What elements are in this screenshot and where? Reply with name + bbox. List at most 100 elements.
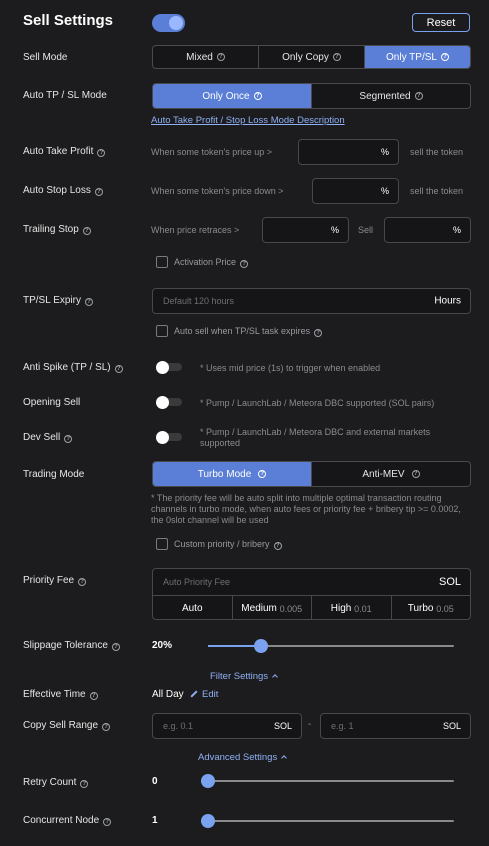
percent-unit: %	[330, 225, 339, 235]
priority-fee-presets: Auto Medium 0.005 High 0.01 Turbo 0.05	[153, 595, 471, 619]
copy-sell-max-input[interactable]: e.g. 1 SOL	[320, 713, 471, 739]
slippage-label: Slippage Tolerance?	[23, 640, 120, 651]
help-icon[interactable]: ?	[414, 92, 423, 100]
slider-thumb[interactable]	[201, 814, 215, 828]
help-icon[interactable]: ?	[82, 227, 91, 235]
sell-mode-only-tpsl[interactable]: Only TP/SL?	[365, 46, 470, 68]
help-icon[interactable]: ?	[97, 149, 106, 157]
take-profit-suffix: sell the token	[410, 147, 464, 157]
priority-fee-label: Priority Fee?	[23, 575, 87, 586]
auto-sell-expire-checkbox[interactable]	[156, 325, 168, 337]
retry-count-slider[interactable]	[201, 774, 454, 788]
fee-preset-turbo[interactable]: Turbo 0.05	[392, 596, 471, 619]
page-title: Sell Settings	[23, 12, 114, 29]
dev-sell-hint: * Pump / LaunchLab / Meteora DBC and ext…	[200, 427, 431, 448]
expiry-input[interactable]: Default 120 hours Hours	[152, 288, 471, 314]
take-profit-input[interactable]: %	[298, 139, 399, 165]
help-icon[interactable]: ?	[240, 260, 249, 268]
sell-mode-mixed[interactable]: Mixed?	[153, 46, 259, 68]
chevron-up-icon	[281, 755, 288, 761]
activation-price-checkbox[interactable]	[156, 256, 168, 268]
help-icon[interactable]: ?	[440, 53, 449, 61]
auto-sell-expire-label: Auto sell when TP/SL task expires?	[174, 326, 323, 337]
custom-priority-checkbox[interactable]	[156, 538, 168, 550]
master-toggle[interactable]	[152, 14, 185, 32]
dev-sell-toggle[interactable]	[154, 431, 182, 444]
effective-time-edit[interactable]: Edit	[190, 689, 218, 700]
help-icon[interactable]: ?	[102, 723, 111, 731]
trailing-stop-prefix: When price retraces >	[151, 225, 240, 235]
tpsl-mode-description-link[interactable]: Auto Take Profit / Stop Loss Mode Descri…	[151, 115, 345, 126]
slippage-slider[interactable]	[208, 639, 454, 653]
slider-thumb[interactable]	[201, 774, 215, 788]
copy-sell-range-label: Copy Sell Range?	[23, 720, 111, 731]
trailing-sell-input[interactable]: %	[384, 217, 471, 243]
trading-mode-turbo[interactable]: Turbo Mode?	[153, 462, 312, 486]
help-icon[interactable]: ?	[114, 365, 123, 373]
opening-sell-toggle[interactable]	[154, 396, 182, 409]
help-icon[interactable]: ?	[78, 578, 87, 586]
slider-fill	[208, 645, 262, 647]
anti-spike-label: Anti Spike (TP / SL)?	[23, 362, 123, 373]
trading-mode-hint: * The priority fee will be auto split in…	[151, 493, 461, 525]
range-separator: -	[308, 719, 312, 730]
sell-mode-segmented: Mixed? Only Copy? Only TP/SL?	[152, 45, 471, 69]
reset-button[interactable]: Reset	[412, 13, 470, 32]
help-icon[interactable]: ?	[258, 470, 267, 478]
copy-sell-min-input[interactable]: e.g. 0.1 SOL	[152, 713, 302, 739]
help-icon[interactable]: ?	[80, 780, 89, 788]
slider-thumb[interactable]	[254, 639, 269, 653]
toggle-knob	[169, 16, 183, 30]
opening-sell-hint: * Pump / LaunchLab / Meteora DBC support…	[200, 398, 435, 408]
dev-sell-label: Dev Sell?	[23, 432, 73, 443]
concurrent-node-value: 1	[152, 815, 158, 826]
expiry-label: TP/SL Expiry?	[23, 295, 93, 306]
sol-unit: SOL	[273, 721, 292, 731]
concurrent-node-slider[interactable]	[201, 814, 454, 828]
trailing-sell-label: Sell	[358, 225, 374, 235]
help-icon[interactable]: ?	[111, 643, 120, 651]
custom-priority-label: Custom priority / bribery?	[174, 539, 282, 550]
fee-preset-medium[interactable]: Medium 0.005	[233, 596, 312, 619]
trading-mode-segmented: Turbo Mode? Anti-MEV?	[152, 461, 471, 487]
help-icon[interactable]: ?	[216, 53, 225, 61]
effective-time-value: All Day	[152, 689, 184, 700]
priority-fee-input[interactable]: Auto Priority Fee SOL	[153, 569, 470, 595]
tpsl-mode-segmented-option[interactable]: Segmented?	[312, 84, 470, 108]
anti-spike-toggle[interactable]	[154, 361, 182, 374]
stop-loss-input[interactable]: %	[312, 178, 399, 204]
percent-unit: %	[380, 147, 389, 157]
anti-spike-hint: * Uses mid price (1s) to trigger when en…	[200, 363, 381, 373]
help-icon[interactable]: ?	[273, 542, 282, 550]
slippage-value: 20%	[152, 640, 173, 651]
fee-preset-high[interactable]: High 0.01	[312, 596, 392, 619]
advanced-settings-toggle[interactable]: Advanced Settings	[198, 752, 288, 763]
chevron-up-icon	[272, 674, 278, 680]
trading-mode-anti-mev[interactable]: Anti-MEV?	[312, 462, 470, 486]
filter-settings-toggle[interactable]: Filter Settings	[210, 671, 278, 682]
trading-mode-label: Trading Mode	[23, 469, 85, 480]
pencil-icon	[190, 690, 198, 698]
help-icon[interactable]: ?	[64, 435, 73, 443]
help-icon[interactable]: ?	[84, 298, 93, 306]
concurrent-node-label: Concurrent Node?	[23, 815, 112, 826]
stop-loss-prefix: When some token's price down >	[151, 186, 284, 196]
trailing-stop-input[interactable]: %	[262, 217, 349, 243]
opening-sell-label: Opening Sell	[23, 397, 81, 408]
help-icon[interactable]: ?	[253, 92, 262, 100]
tpsl-mode-only-once[interactable]: Only Once?	[153, 84, 312, 108]
help-icon[interactable]: ?	[314, 329, 323, 337]
help-icon[interactable]: ?	[94, 188, 103, 196]
help-icon[interactable]: ?	[89, 692, 98, 700]
percent-unit: %	[452, 225, 461, 235]
help-icon[interactable]: ?	[103, 818, 112, 826]
priority-fee-box: Auto Priority Fee SOL Auto Medium 0.005 …	[152, 568, 471, 620]
help-icon[interactable]: ?	[332, 53, 341, 61]
sell-mode-only-copy[interactable]: Only Copy?	[259, 46, 365, 68]
stop-loss-label: Auto Stop Loss?	[23, 185, 103, 196]
help-icon[interactable]: ?	[411, 470, 420, 478]
retry-count-label: Retry Count?	[23, 777, 89, 788]
stop-loss-suffix: sell the token	[410, 186, 464, 196]
fee-preset-auto[interactable]: Auto	[153, 596, 233, 619]
percent-unit: %	[380, 186, 389, 196]
